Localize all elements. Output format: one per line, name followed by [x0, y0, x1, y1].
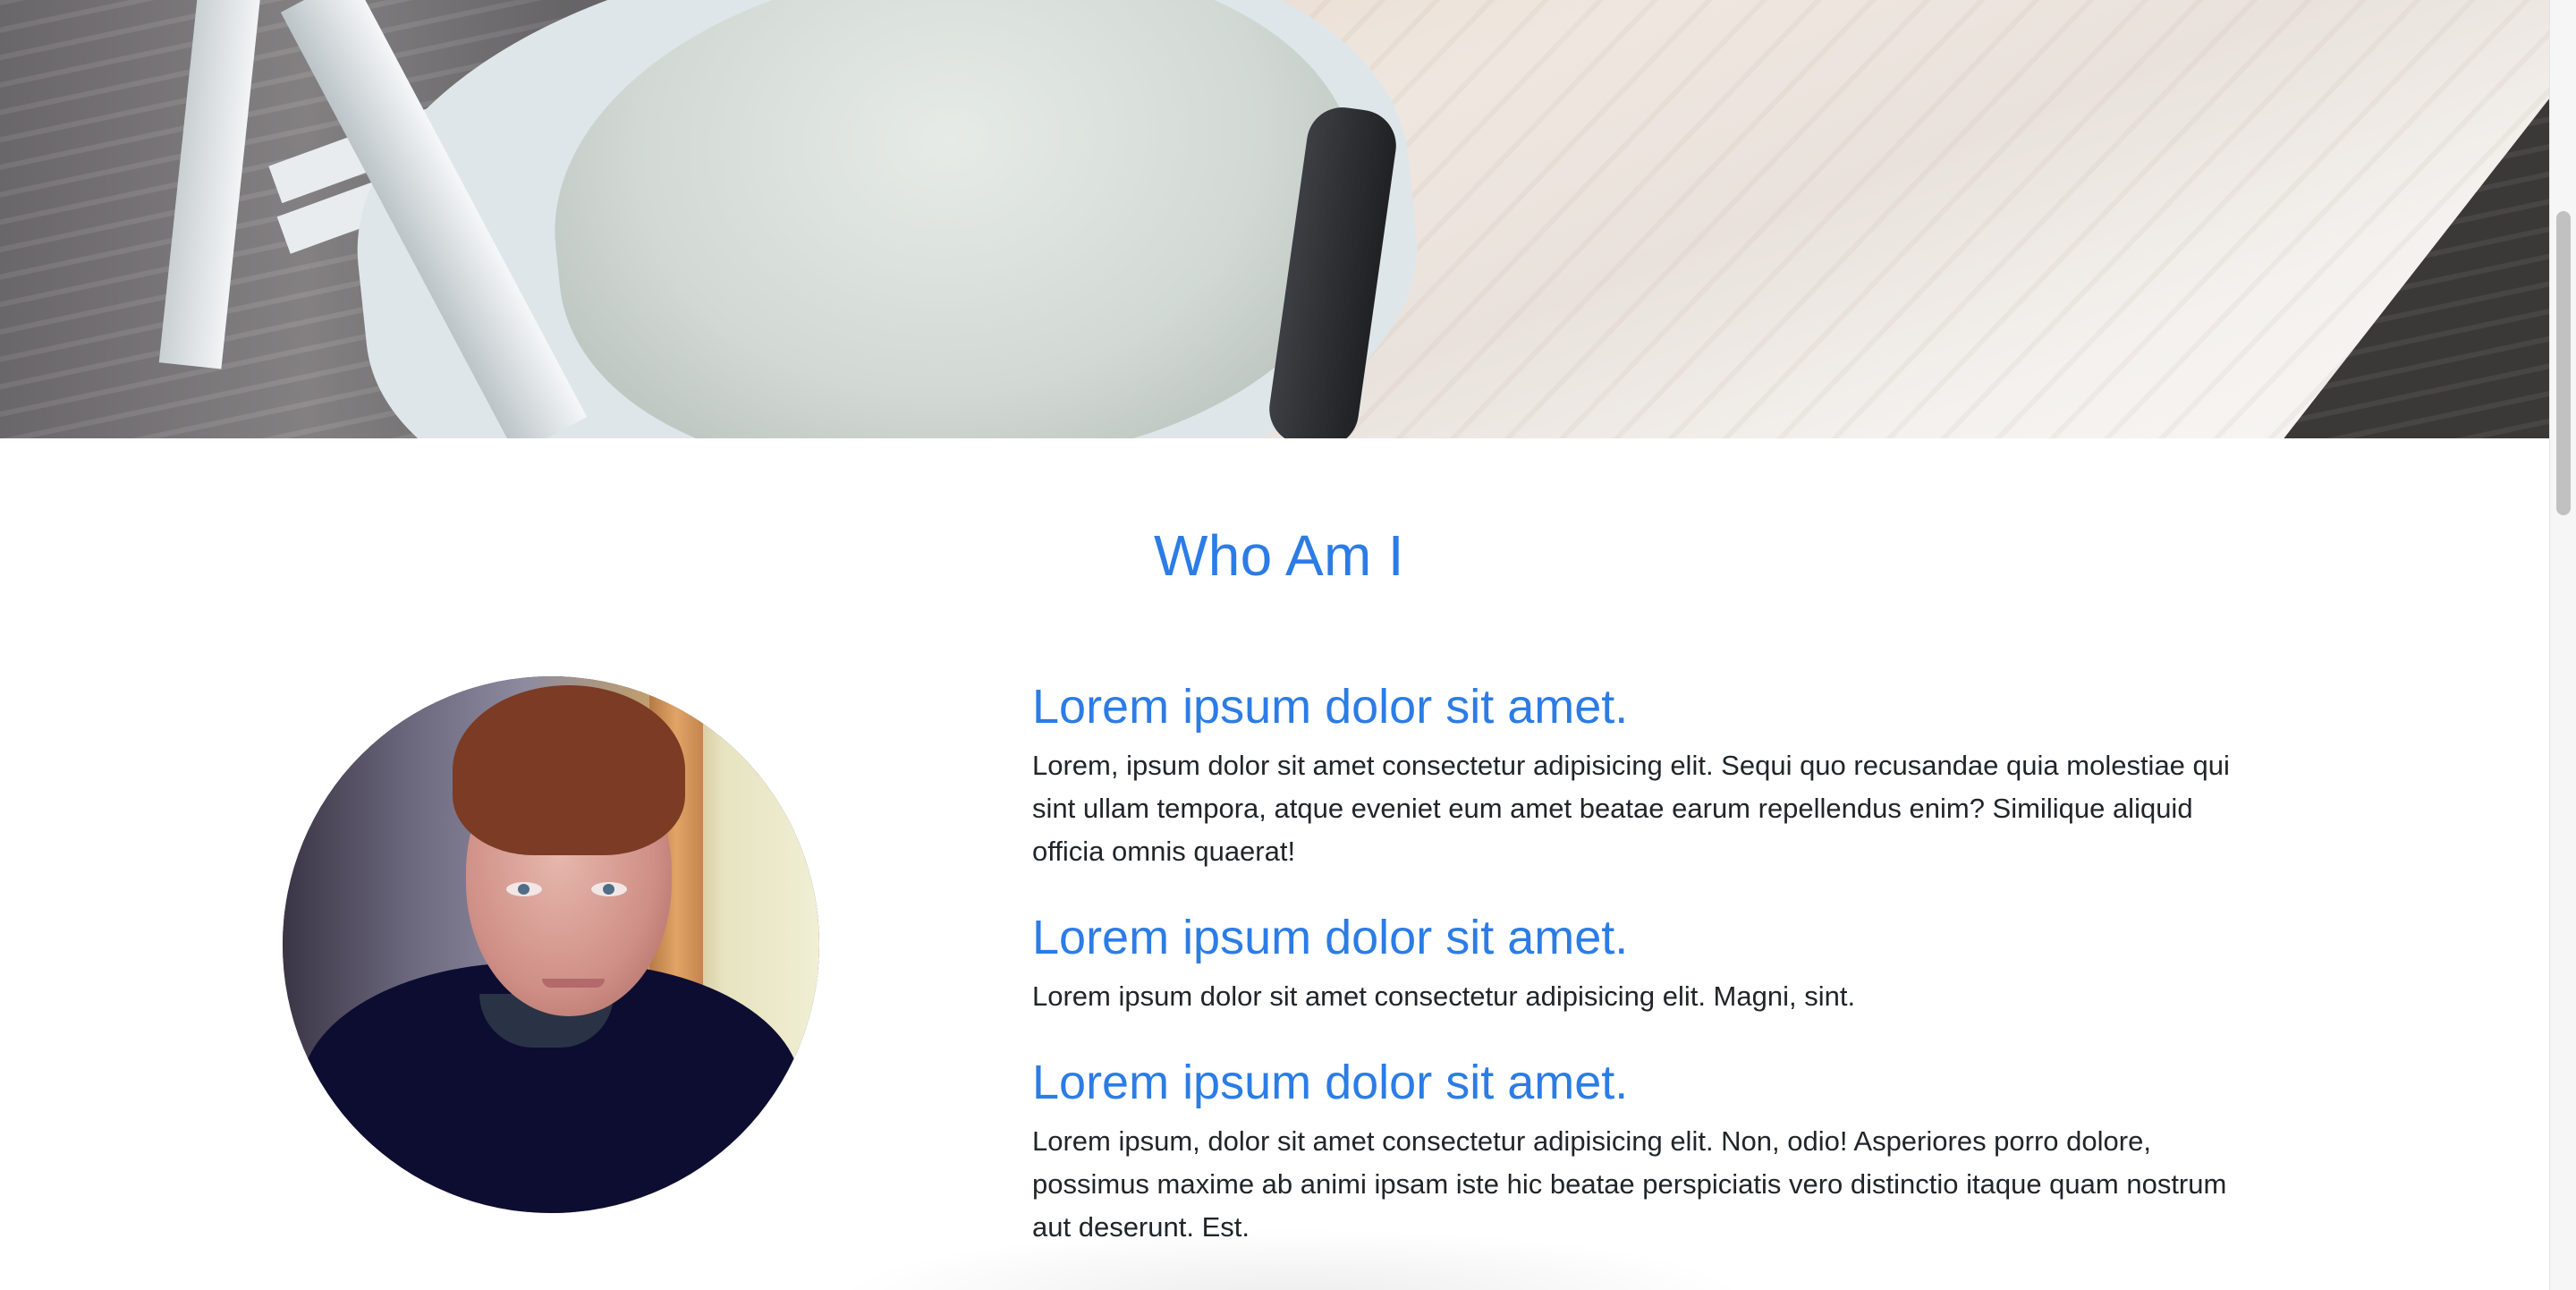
scrollbar-thumb[interactable] [2556, 211, 2571, 515]
about-item-heading: Lorem ipsum dolor sit amet. [1032, 680, 1629, 734]
profile-avatar [283, 676, 819, 1213]
avatar-hair [453, 685, 685, 855]
about-item-body: Lorem, ipsum dolor sit amet consectetur … [1032, 750, 2230, 867]
avatar-eye [506, 882, 542, 896]
about-item: Lorem ipsum dolor sit amet. Lorem, ipsum… [1032, 676, 2267, 873]
page: Who Am I Lorem ipsum dolor sit amet. Lor… [0, 0, 2576, 1290]
vertical-scrollbar[interactable] [2549, 0, 2576, 1290]
avatar-eye [591, 882, 627, 896]
avatar-mouth [542, 979, 605, 988]
about-item: Lorem ipsum dolor sit amet. Lorem ipsum … [1032, 907, 2267, 1018]
bottom-shadow [832, 1227, 1753, 1290]
chair-seat [530, 0, 1384, 438]
about-item: Lorem ipsum dolor sit amet. Lorem ipsum,… [1032, 1052, 2267, 1249]
hero-photo [0, 0, 2549, 438]
section-title: Who Am I [1154, 523, 1404, 588]
about-item-body: Lorem ipsum dolor sit amet consectetur a… [1032, 980, 1856, 1012]
about-item-heading: Lorem ipsum dolor sit amet. [1032, 911, 1629, 964]
about-item-heading: Lorem ipsum dolor sit amet. [1032, 1056, 1629, 1109]
